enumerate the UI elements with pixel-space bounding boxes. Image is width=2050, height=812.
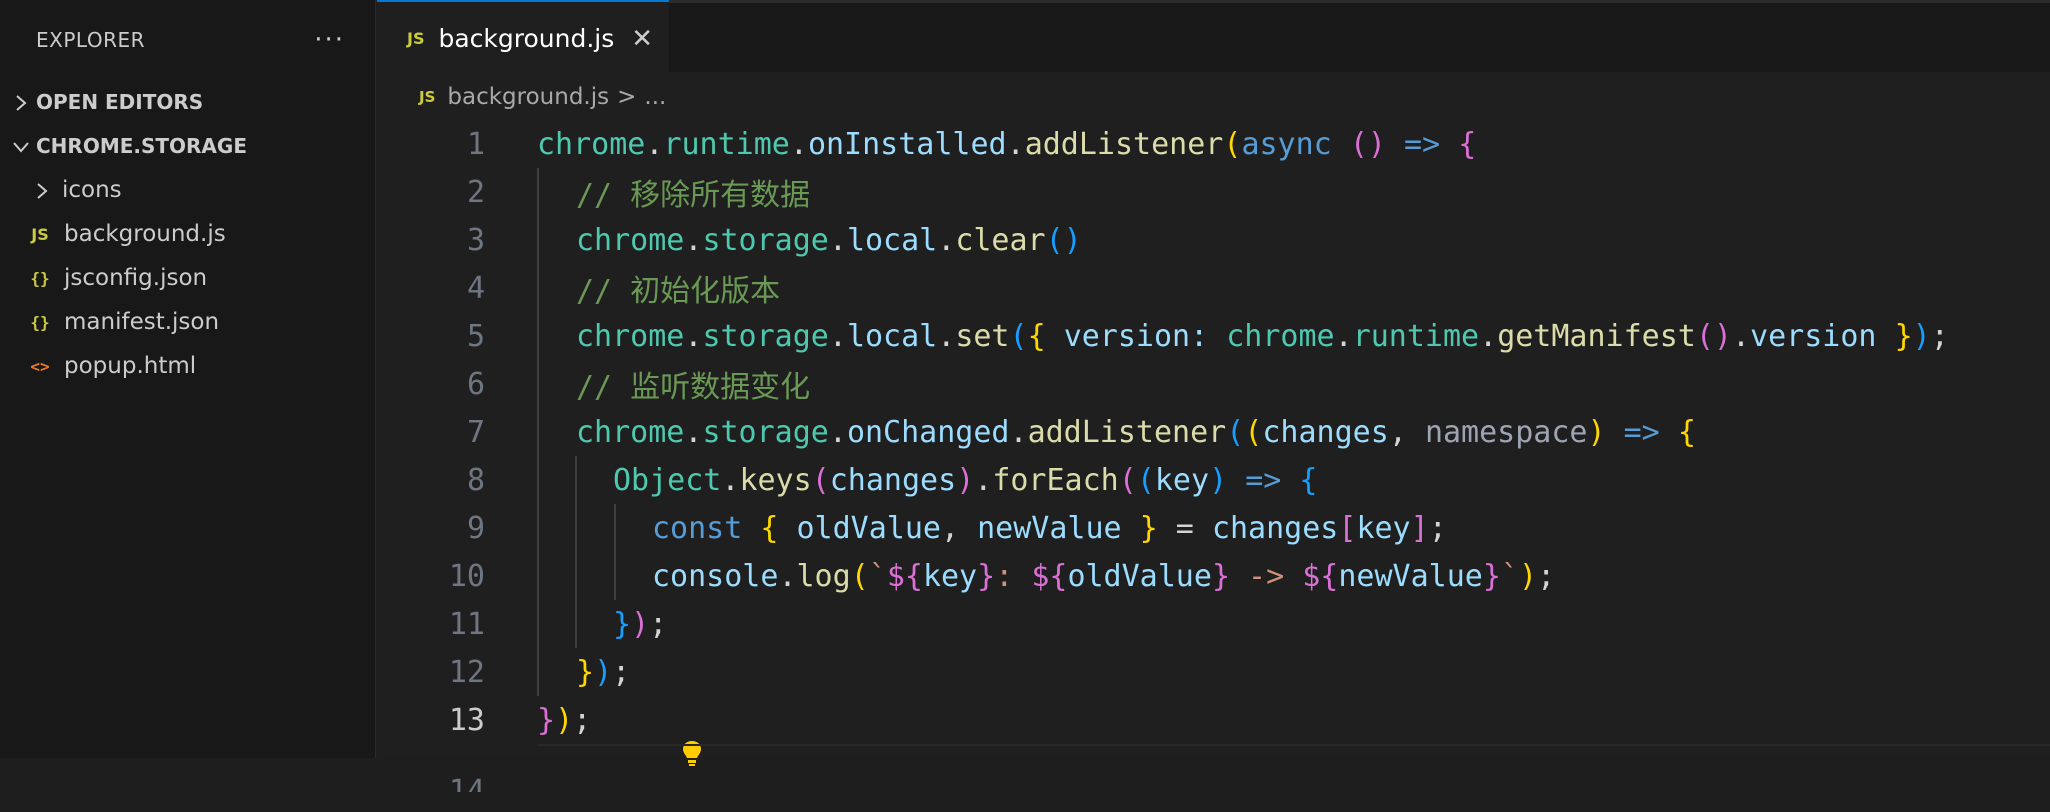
explorer-sidebar: EXPLORER ··· OPEN EDITORS CHROME.STORAGE… <box>0 0 376 758</box>
tree-item-manifest-json[interactable]: {} manifest.json <box>0 300 375 344</box>
line-number: 11 <box>448 606 485 642</box>
code-line: 14 <box>377 744 2050 792</box>
section-label: OPEN EDITORS <box>36 90 204 114</box>
indent-guide <box>575 456 577 504</box>
code-text: chrome.storage.local.set({ version: chro… <box>576 318 1949 354</box>
line-number: 3 <box>466 222 485 258</box>
line-number: 5 <box>466 318 485 354</box>
indent-guide <box>537 552 539 600</box>
code-text: }); <box>576 654 631 690</box>
code-text: // 初始化版本 <box>576 274 781 309</box>
code-text: // 移除所有数据 <box>576 178 811 213</box>
breadcrumb: JS background.js > ... <box>377 72 2050 122</box>
breadcrumb-symbols[interactable]: ... <box>644 84 666 110</box>
indent-guide <box>537 408 539 456</box>
chevron-right-icon <box>28 180 56 201</box>
indent-guide <box>537 312 539 360</box>
code-text: chrome.runtime.onInstalled.addListener(a… <box>537 126 1477 162</box>
indent-guide <box>537 360 539 408</box>
js-file-icon: JS <box>407 29 425 48</box>
tree-item-icons-folder[interactable]: icons <box>0 168 375 212</box>
code-line: 10 console.log(`${key}: ${oldValue} -> $… <box>377 552 2050 600</box>
indent-guide <box>537 600 539 648</box>
tree-item-label: jsconfig.json <box>64 265 208 291</box>
explorer-header: EXPLORER ··· <box>0 0 375 80</box>
more-actions-icon[interactable]: ··· <box>314 25 345 55</box>
code-line: 3 chrome.storage.local.clear() <box>377 216 2050 264</box>
code-line: 12 }); <box>377 648 2050 696</box>
breadcrumb-separator: > <box>617 84 637 110</box>
section-open-editors[interactable]: OPEN EDITORS <box>0 80 375 124</box>
tab-bar: JS background.js ✕ <box>377 0 2050 75</box>
json-file-icon: {} <box>30 268 50 288</box>
code-text: Object.keys(changes).forEach((key) => { <box>613 462 1318 498</box>
code-line: 7 chrome.storage.onChanged.addListener((… <box>377 408 2050 456</box>
indent-guide <box>575 504 577 552</box>
tab-background-js[interactable]: JS background.js ✕ <box>377 0 669 75</box>
close-icon[interactable]: ✕ <box>631 24 653 54</box>
code-line: 13 }); <box>377 696 2050 766</box>
tree-item-label: manifest.json <box>64 309 220 335</box>
tree-item-popup-html[interactable]: <> popup.html <box>0 344 375 388</box>
code-text: const { oldValue, newValue } = changes[k… <box>652 510 1447 546</box>
line-number: 10 <box>448 558 485 594</box>
code-editor[interactable]: 1 chrome.runtime.onInstalled.addListener… <box>377 120 2050 792</box>
indent-guide <box>537 264 539 312</box>
indent-guide <box>575 600 577 648</box>
chevron-down-icon <box>6 136 36 157</box>
indent-guide <box>537 648 539 696</box>
tree-item-label: icons <box>62 177 122 203</box>
line-number: 1 <box>466 126 485 162</box>
code-text: chrome.storage.local.clear() <box>576 222 1082 258</box>
line-number: 9 <box>466 510 485 546</box>
line-number: 14 <box>448 774 485 792</box>
tree-item-jsconfig-json[interactable]: {} jsconfig.json <box>0 256 375 300</box>
chevron-right-icon <box>6 92 36 113</box>
indent-guide <box>537 168 539 216</box>
line-number: 8 <box>466 462 485 498</box>
code-text: // 监听数据变化 <box>576 370 811 405</box>
section-label: CHROME.STORAGE <box>36 134 247 158</box>
line-number: 13 <box>448 702 485 738</box>
tab-label: background.js <box>438 24 615 53</box>
tree-item-label: popup.html <box>64 353 197 379</box>
html-file-icon: <> <box>30 356 50 376</box>
line-number: 4 <box>466 270 485 306</box>
current-line-highlight <box>537 744 2050 746</box>
line-number: 12 <box>448 654 485 690</box>
breadcrumb-file[interactable]: background.js <box>447 84 609 110</box>
tree-item-label: background.js <box>64 221 226 247</box>
code-line: 1 chrome.runtime.onInstalled.addListener… <box>377 120 2050 168</box>
code-line: 5 chrome.storage.local.set({ version: ch… <box>377 312 2050 360</box>
code-line: 11 }); <box>377 600 2050 648</box>
indent-guide <box>614 504 616 552</box>
code-text: chrome.storage.onChanged.addListener((ch… <box>576 414 1696 450</box>
js-file-icon: JS <box>419 88 436 106</box>
indent-guide <box>614 552 616 600</box>
indent-guide <box>537 456 539 504</box>
line-number: 6 <box>466 366 485 402</box>
json-file-icon: {} <box>30 312 50 332</box>
editor-area: JS background.js ✕ JS background.js > ..… <box>377 0 2050 792</box>
line-number: 2 <box>466 174 485 210</box>
code-line: 4 // 初始化版本 <box>377 264 2050 312</box>
code-line: 6 // 监听数据变化 <box>377 360 2050 408</box>
explorer-title: EXPLORER <box>36 28 145 52</box>
indent-guide <box>575 552 577 600</box>
line-number: 7 <box>466 414 485 450</box>
indent-guide <box>537 216 539 264</box>
code-text: console.log(`${key}: ${oldValue} -> ${ne… <box>652 558 1556 594</box>
js-file-icon: JS <box>31 224 49 244</box>
code-line: 9 const { oldValue, newValue } = changes… <box>377 504 2050 552</box>
indent-guide <box>537 504 539 552</box>
tree-item-background-js[interactable]: JS background.js <box>0 212 375 256</box>
code-line: 2 // 移除所有数据 <box>377 168 2050 216</box>
code-text: }); <box>613 606 668 642</box>
code-line: 8 Object.keys(changes).forEach((key) => … <box>377 456 2050 504</box>
section-chrome-storage[interactable]: CHROME.STORAGE <box>0 124 375 168</box>
